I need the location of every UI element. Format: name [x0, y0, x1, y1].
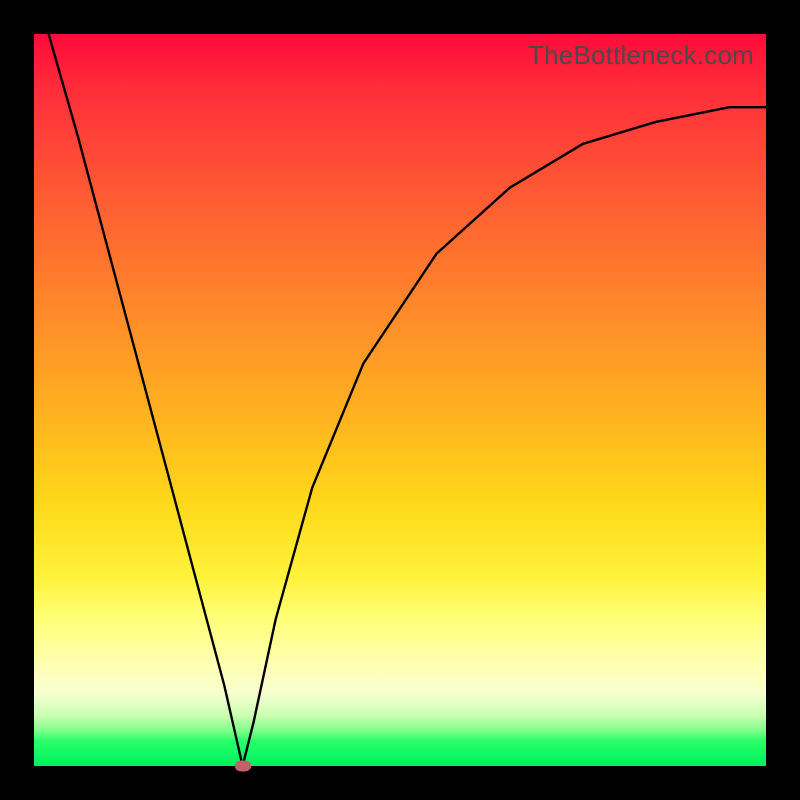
- curve-svg: [34, 34, 766, 766]
- bottleneck-curve: [49, 34, 766, 766]
- plot-area: TheBottleneck.com: [34, 34, 766, 766]
- minimum-marker: [235, 761, 251, 772]
- chart-frame: TheBottleneck.com: [0, 0, 800, 800]
